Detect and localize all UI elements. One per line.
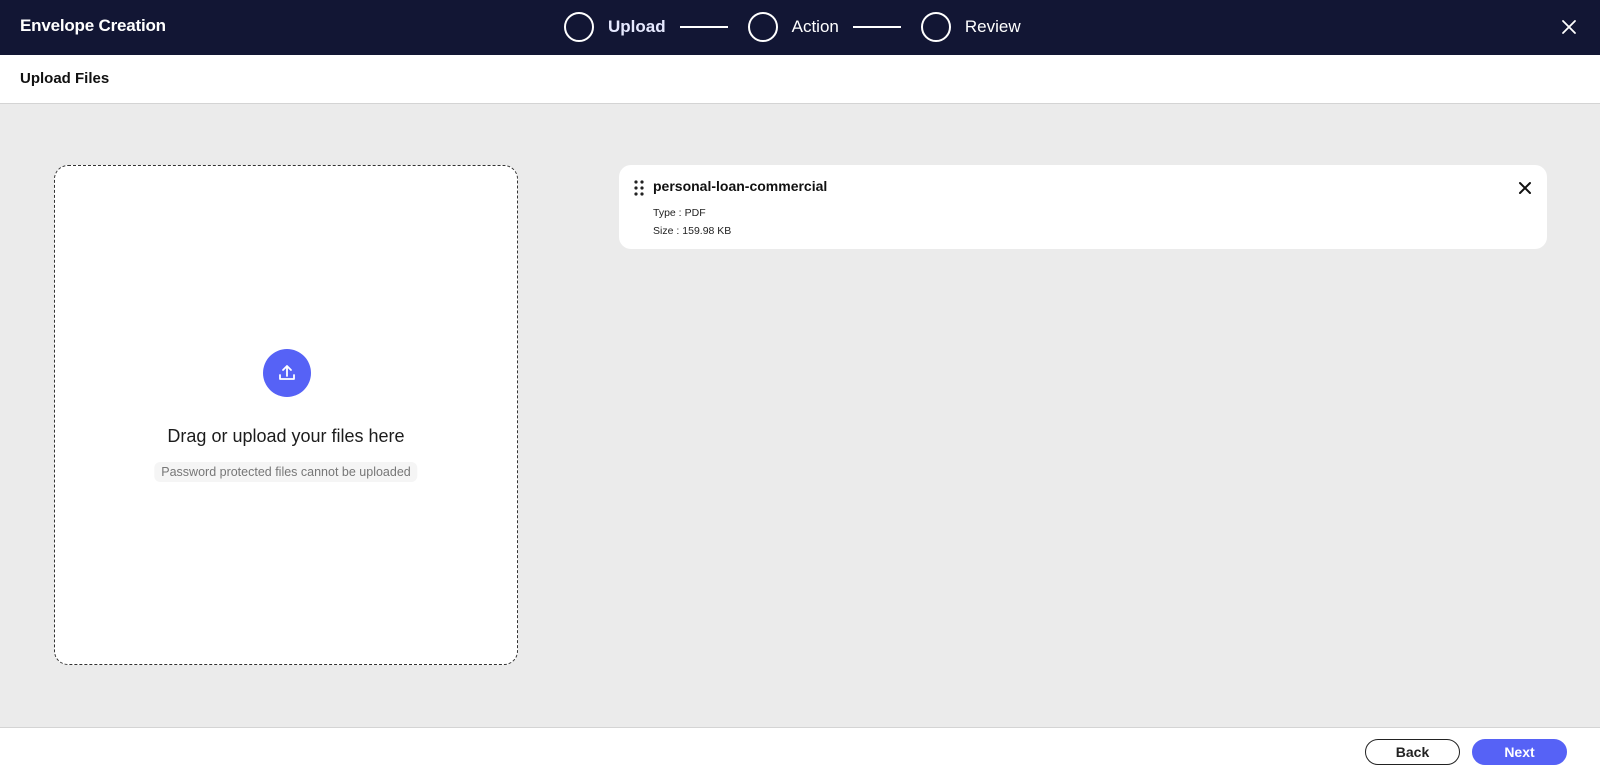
file-name: personal-loan-commercial [653, 178, 828, 194]
step-review-circle [920, 12, 951, 42]
dropzone-title: Drag or upload your files here [167, 426, 405, 446]
step-action-circle [747, 12, 778, 42]
app-title: Envelope Creation [20, 16, 166, 35]
file-type: Type : PDF [653, 207, 706, 219]
file-type-value: PDF [684, 207, 706, 219]
back-button[interactable]: Back [1365, 739, 1460, 765]
step-upload-circle [564, 12, 594, 42]
step-upload-label: Upload [608, 17, 666, 36]
file-type-label: Type : [653, 207, 682, 219]
footer: Back Next [0, 727, 1600, 770]
page-title: Upload Files [20, 70, 110, 87]
dropzone-note: Password protected files cannot be uploa… [154, 462, 418, 482]
file-card: personal-loan-commercial Type : PDF Size … [619, 165, 1547, 249]
close-icon[interactable] [1558, 16, 1580, 38]
step-connector [679, 26, 728, 28]
file-size: Size :159.98 KB [653, 225, 731, 237]
stepper: Upload Action Review [564, 11, 1021, 43]
step-upload: Upload [564, 12, 666, 42]
remove-file-icon[interactable] [1517, 180, 1533, 196]
upload-icon [279, 365, 295, 380]
file-size-label: Size : [653, 225, 680, 237]
drag-handle-icon[interactable] [633, 179, 645, 197]
step-action-label: Action [791, 17, 839, 36]
step-review-label: Review [964, 17, 1021, 36]
top-bar: Envelope Creation Upload Action Review [0, 0, 1600, 55]
next-button[interactable]: Next [1472, 739, 1567, 765]
file-size-value: 159.98 KB [682, 225, 732, 237]
step-review: Review [920, 12, 1021, 42]
step-action: Action [747, 12, 839, 42]
file-dropzone[interactable]: Drag or upload your files here Password … [54, 165, 518, 665]
upload-button[interactable] [263, 349, 311, 397]
sub-header: Upload Files [0, 55, 1600, 104]
step-connector [852, 26, 901, 28]
